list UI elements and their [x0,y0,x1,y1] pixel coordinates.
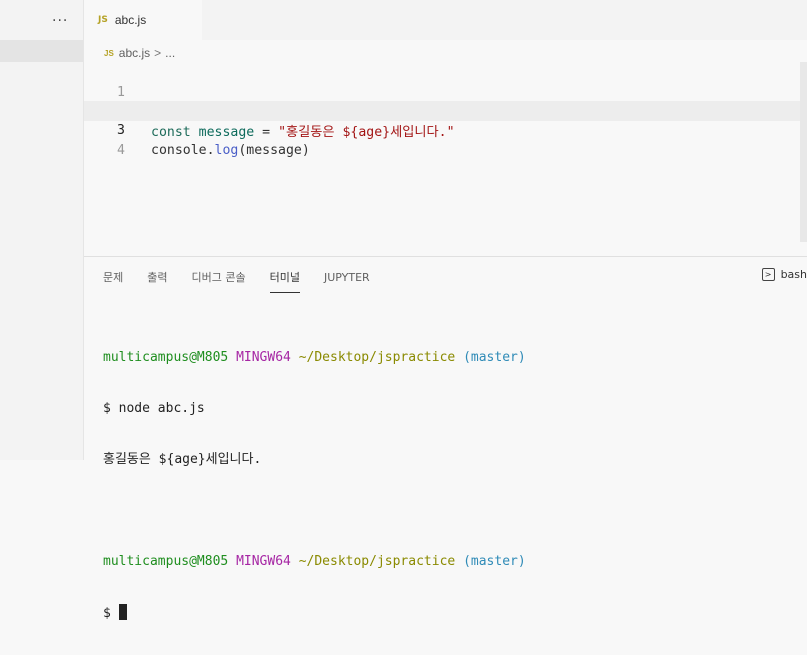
panel-tabs: 문제 출력 디버그 콘솔 터미널 JUPYTER [103,265,394,293]
line-number: 4 [117,143,125,158]
activity-sidebar: ··· [0,0,84,460]
breadcrumb: JS abc.js > ... [104,44,175,62]
prompt-user: multicampus@M805 [103,350,229,365]
tab-debug-console[interactable]: 디버그 콘솔 [192,265,246,291]
js-file-icon: JS [98,15,108,25]
bottom-panel: 문제 출력 디버그 콘솔 터미널 JUPYTER > bash multicam… [84,256,807,621]
object-token: console [151,143,207,158]
prompt-branch: (master) [463,554,526,569]
prompt-branch: (master) [463,350,526,365]
terminal-prompt-line: multicampus@M805 MINGW64 ~/Desktop/jspra… [103,349,526,366]
tab-abc-js[interactable]: JS abc.js [84,0,202,40]
editor-tab-bar: JS abc.js [84,0,807,40]
terminal-cursor [118,604,127,620]
terminal-prompt-line: multicampus@M805 MINGW64 ~/Desktop/jspra… [103,553,526,570]
terminal-output[interactable]: multicampus@M805 MINGW64 ~/Desktop/jspra… [103,315,526,655]
function-token: log [214,143,239,158]
tab-terminal[interactable]: 터미널 [269,265,301,293]
breadcrumb-file[interactable]: abc.js [119,46,150,60]
code-editor[interactable]: 1 const age = 10 2 const message = "홍길동은… [84,62,807,256]
terminal-selector[interactable]: > bash [761,266,807,282]
js-file-icon: JS [104,48,114,58]
tab-filename: abc.js [114,13,147,27]
more-actions-icon[interactable]: ··· [52,13,68,29]
code-line-current: 3 console.log(message) [84,101,807,158]
sidebar-band [0,40,83,62]
editor-scrollbar[interactable] [800,62,807,242]
terminal-shell-label: bash [780,267,807,281]
terminal-input-line[interactable]: $ [103,604,526,621]
tab-output[interactable]: 출력 [147,265,167,291]
terminal-icon: > [761,267,775,281]
terminal-command-line: $ node abc.js [103,401,205,416]
code-line: 1 const age = 10 [84,63,807,120]
tab-jupyter[interactable]: JUPYTER [324,265,370,291]
input-prefix: $ [103,606,119,621]
code-line: 2 const message = "홍길동은 ${age}세입니다." [84,83,807,140]
breadcrumb-symbol[interactable]: ... [165,46,175,60]
prompt-env: MINGW64 [236,350,291,365]
chevron-right-icon: > [154,46,162,60]
tab-problems[interactable]: 문제 [103,265,123,291]
prompt-path: ~/Desktop/jspractice [298,554,456,569]
args-token: (message) [238,143,310,158]
code-line: 4 [84,121,807,158]
dot-token: . [206,143,215,158]
prompt-env: MINGW64 [236,554,291,569]
prompt-path: ~/Desktop/jspractice [298,350,456,365]
prompt-user: multicampus@M805 [103,554,229,569]
